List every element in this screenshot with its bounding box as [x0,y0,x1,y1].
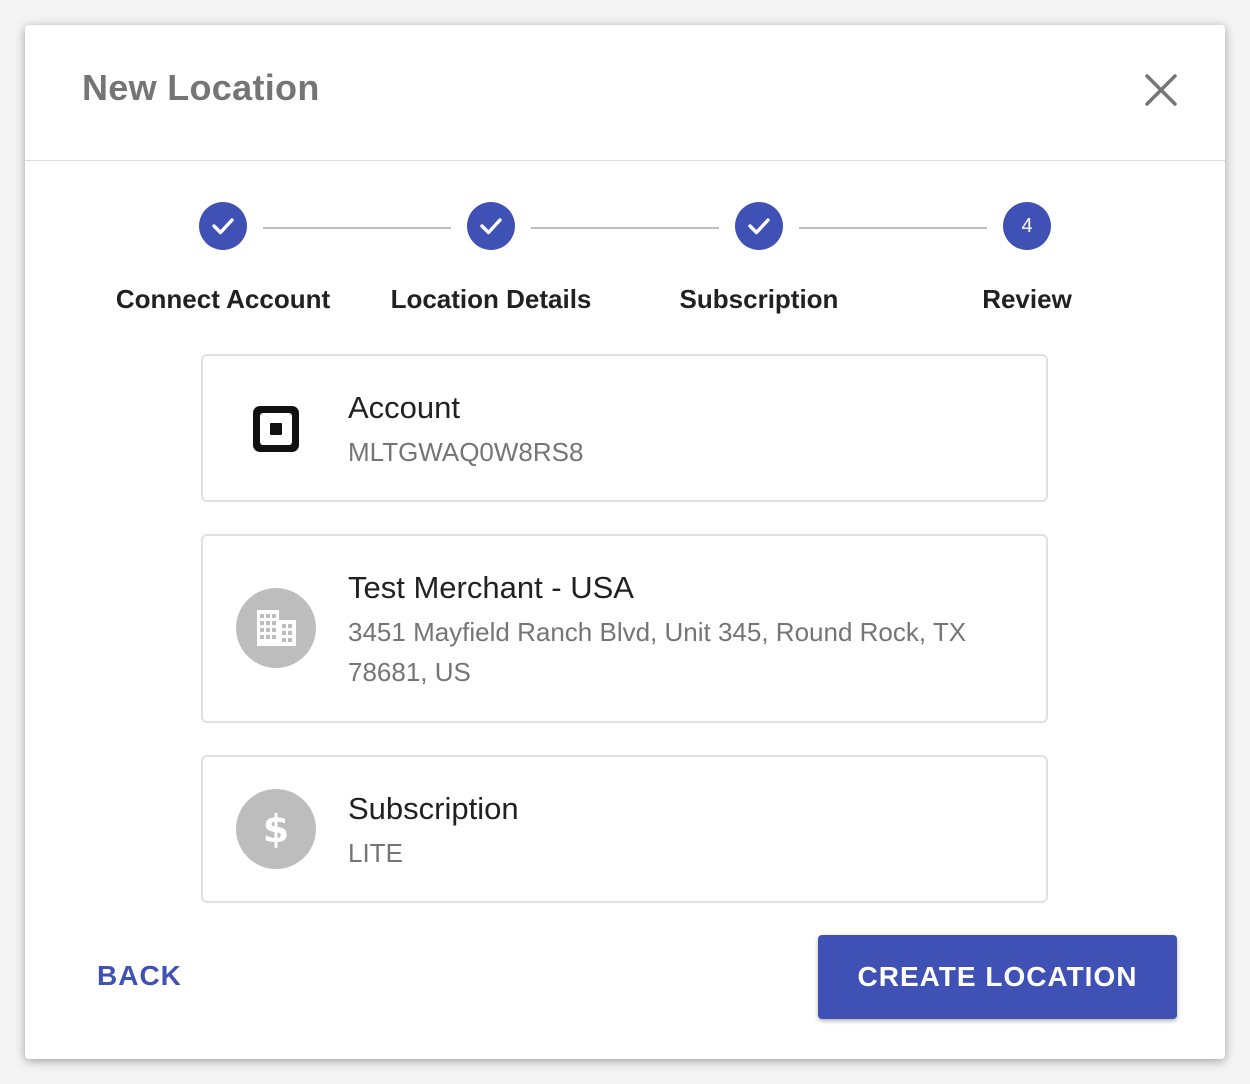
step-label: Review [982,284,1072,314]
subscription-title: Subscription [348,791,519,826]
dollar-icon: $ [263,807,289,851]
location-name: Test Merchant - USA [348,570,634,605]
step-complete-indicator [199,202,247,250]
account-title: Account [348,390,461,425]
location-address: 3451 Mayfield Ranch Blvd, Unit 345, Roun… [348,617,967,687]
square-logo-icon [236,389,316,469]
step-label: Subscription [679,284,839,314]
step-subscription: Subscription [619,200,899,320]
close-button[interactable] [1141,70,1181,110]
step-location-details: Location Details [351,200,631,320]
step-label: Location Details [390,284,592,314]
check-icon [480,218,502,235]
step-complete-indicator [467,202,515,250]
location-avatar [236,588,316,668]
subscription-plan: LITE [348,838,403,868]
account-id: MLTGWAQ0W8RS8 [348,437,584,467]
new-location-dialog: New Location Connect Account Location De… [25,25,1225,1059]
close-icon [1145,74,1177,106]
check-icon [748,218,770,235]
check-icon [212,218,234,235]
step-complete-indicator [735,202,783,250]
building-icon [257,610,296,646]
dialog-header: New Location [25,25,1225,161]
location-card: Test Merchant - USA 3451 Mayfield Ranch … [201,534,1048,723]
stepper: Connect Account Location Details Subscri… [25,200,1225,320]
dialog-title: New Location [82,67,320,108]
step-label: Connect Account [115,284,331,314]
subscription-avatar: $ [236,789,316,869]
step-number-indicator: 4 [1003,202,1051,250]
back-button[interactable]: BACK [97,960,182,992]
step-review: 4 Review [887,200,1167,320]
create-location-button[interactable]: CREATE LOCATION [818,935,1177,1019]
step-connect-account: Connect Account [83,200,363,320]
subscription-card: $ Subscription LITE [201,755,1048,903]
svg-text:$: $ [263,807,289,851]
account-card: Account MLTGWAQ0W8RS8 [201,354,1048,502]
